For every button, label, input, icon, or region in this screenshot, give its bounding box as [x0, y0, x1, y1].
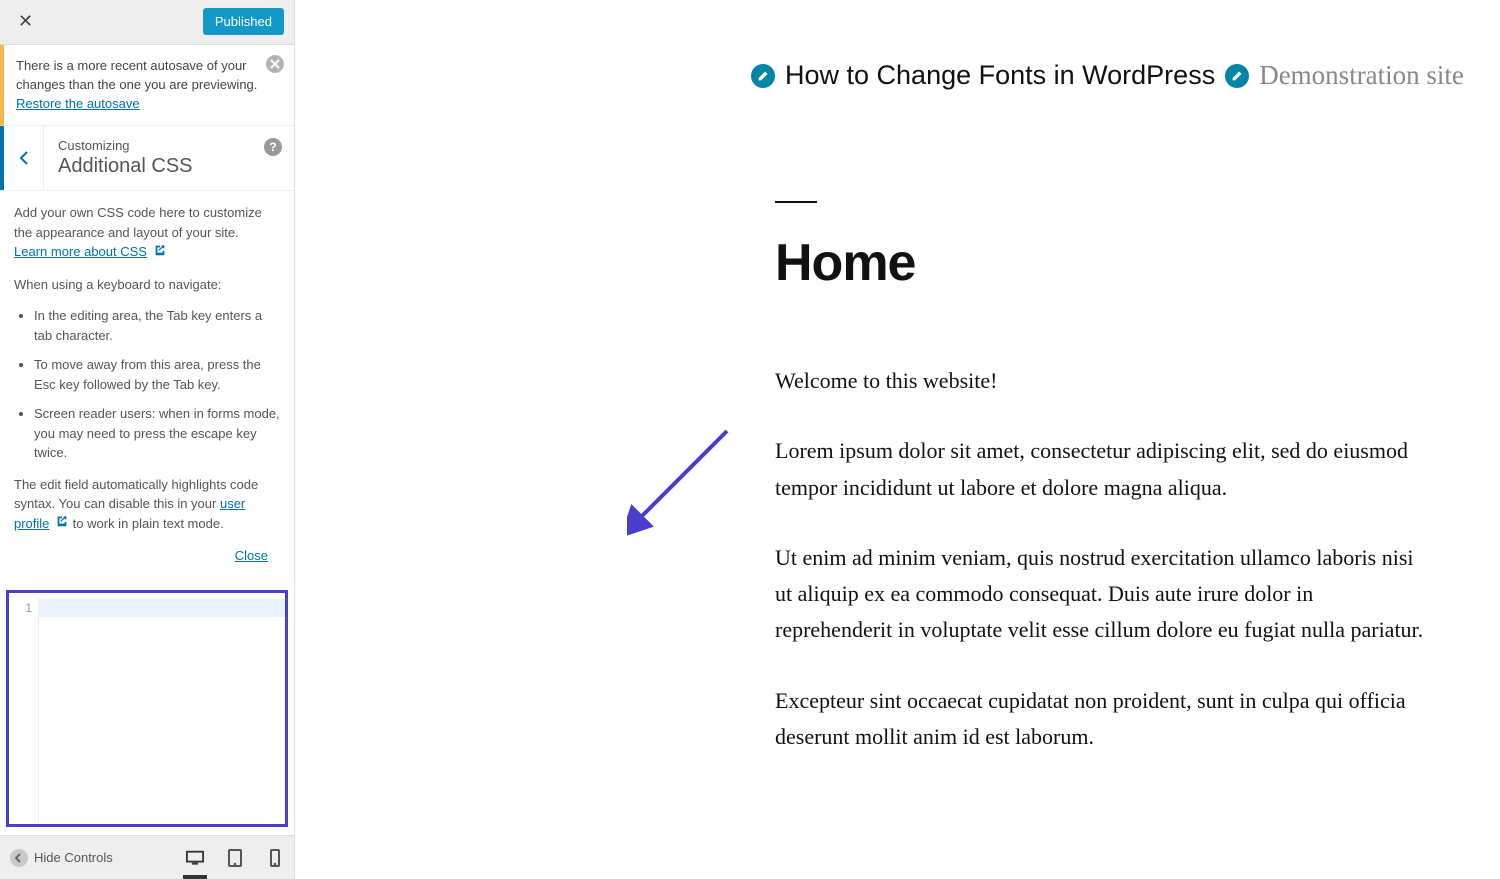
list-item: To move away from this area, press the E…: [34, 355, 280, 394]
autosave-notice-text: There is a more recent autosave of your …: [16, 58, 257, 92]
heading-rule: [775, 201, 817, 203]
chevron-left-icon: [10, 849, 28, 867]
external-link-icon: [55, 514, 69, 534]
close-icon: [270, 59, 280, 69]
site-preview: How to Change Fonts in WordPress Demonst…: [295, 0, 1500, 879]
page-content: Welcome to this website! Lorem ipsum dol…: [775, 363, 1425, 755]
tablet-icon: [226, 849, 244, 867]
sidebar-top-bar: ✕ Published: [0, 0, 294, 45]
section-header: Customizing Additional CSS ?: [0, 126, 294, 191]
css-code-editor[interactable]: 1: [6, 590, 288, 827]
app-root: ✕ Published There is a more recent autos…: [0, 0, 1500, 879]
restore-autosave-link[interactable]: Restore the autosave: [16, 96, 140, 111]
edit-site-tagline-button[interactable]: [1225, 64, 1249, 88]
close-instructions-link[interactable]: Close: [235, 548, 268, 563]
site-header: How to Change Fonts in WordPress Demonst…: [751, 60, 1500, 91]
sidebar-footer: Hide Controls: [0, 835, 294, 879]
autosave-notice: There is a more recent autosave of your …: [0, 45, 294, 127]
pencil-icon: [757, 69, 770, 82]
edit-site-title-button[interactable]: [751, 64, 775, 88]
external-link-icon: [153, 243, 167, 263]
close-customizer-button[interactable]: ✕: [10, 7, 41, 36]
chevron-left-icon: [17, 151, 31, 165]
help-button[interactable]: ?: [264, 138, 282, 156]
syntax-highlight-note: The edit field automatically highlights …: [14, 475, 280, 534]
content-column: Home Welcome to this website! Lorem ipsu…: [775, 201, 1425, 755]
desktop-icon: [186, 849, 204, 867]
tablet-preview-button[interactable]: [226, 849, 244, 867]
kb-nav-list: In the editing area, the Tab key enters …: [14, 306, 280, 463]
hide-controls-label: Hide Controls: [34, 850, 113, 865]
close-instructions-row: Close: [14, 546, 280, 566]
mobile-icon: [266, 849, 284, 867]
code-active-line: [39, 599, 285, 617]
pencil-icon: [1231, 69, 1244, 82]
site-tagline: Demonstration site: [1259, 60, 1464, 91]
learn-more-css-link[interactable]: Learn more about CSS: [14, 244, 147, 259]
page-title: Home: [775, 233, 1425, 293]
site-title: How to Change Fonts in WordPress: [785, 60, 1215, 91]
desktop-preview-button[interactable]: [186, 849, 204, 867]
paragraph: Lorem ipsum dolor sit amet, consectetur …: [775, 433, 1425, 506]
mobile-preview-button[interactable]: [266, 849, 284, 867]
section-titles: Customizing Additional CSS ?: [44, 126, 294, 190]
kb-nav-heading: When using a keyboard to navigate:: [14, 275, 280, 295]
back-button[interactable]: [0, 126, 44, 190]
customizer-sidebar: ✕ Published There is a more recent autos…: [0, 0, 295, 879]
hide-controls-button[interactable]: Hide Controls: [10, 849, 178, 867]
instructions-intro: Add your own CSS code here to customize …: [14, 203, 280, 262]
paragraph: Excepteur sint occaecat cupidatat non pr…: [775, 683, 1425, 756]
section-kicker: Customizing: [58, 138, 280, 153]
list-item: Screen reader users: when in forms mode,…: [34, 404, 280, 463]
device-preview-toggles: [186, 849, 284, 867]
section-title: Additional CSS: [58, 155, 280, 178]
instructions-panel: Add your own CSS code here to customize …: [0, 191, 294, 572]
list-item: In the editing area, the Tab key enters …: [34, 306, 280, 345]
dismiss-notice-button[interactable]: [266, 55, 284, 73]
paragraph: Welcome to this website!: [775, 363, 1425, 399]
publish-button[interactable]: Published: [203, 8, 284, 35]
code-line-number: 1: [9, 599, 39, 824]
paragraph: Ut enim ad minim veniam, quis nostrud ex…: [775, 540, 1425, 649]
preview-inner: How to Change Fonts in WordPress Demonst…: [295, 0, 1500, 829]
